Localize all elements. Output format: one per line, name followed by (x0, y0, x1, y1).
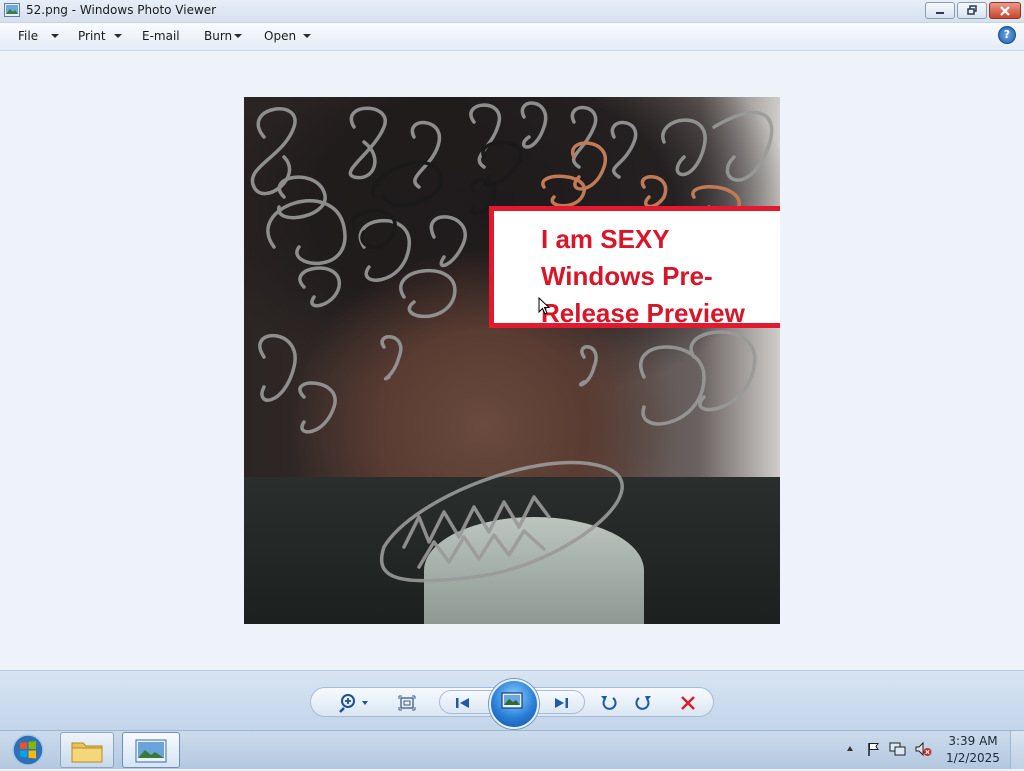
chevron-down-icon[interactable] (234, 34, 242, 38)
caption-text: I am SEXY Windows Pre- Release Preview (541, 224, 745, 328)
delete-icon[interactable] (677, 692, 699, 714)
chevron-down-icon[interactable] (303, 34, 311, 38)
start-button[interactable] (3, 732, 49, 768)
menu-email[interactable]: E-mail (142, 29, 180, 43)
minimize-button[interactable] (925, 2, 955, 19)
rotate-clockwise-icon[interactable] (632, 692, 654, 714)
control-bar (0, 670, 1024, 731)
rotate-counterclockwise-icon[interactable] (598, 692, 620, 714)
next-icon[interactable] (550, 692, 572, 714)
taskbar-explorer-button[interactable] (60, 732, 114, 768)
network-icon[interactable] (889, 741, 907, 757)
displayed-photo: I am SEXY Windows Pre- Release Preview (244, 97, 780, 624)
chevron-down-icon[interactable] (362, 701, 368, 705)
help-icon[interactable]: ? (998, 26, 1016, 44)
menu-print[interactable]: Print (78, 29, 106, 43)
show-hidden-icons-icon[interactable] (847, 746, 853, 751)
clock-date[interactable]: 1/2/2025 (943, 751, 1003, 765)
folder-icon (71, 742, 103, 763)
caption-box: I am SEXY Windows Pre- Release Preview (489, 206, 780, 328)
chevron-down-icon[interactable] (51, 34, 59, 38)
chevron-down-icon[interactable] (114, 34, 122, 38)
photo-viewer-app-icon (4, 3, 20, 17)
title-bar: 52.png - Windows Photo Viewer (0, 0, 1024, 23)
actual-size-icon[interactable] (396, 692, 418, 714)
photo-viewer-icon (135, 739, 167, 763)
menu-file[interactable]: File (18, 29, 38, 43)
taskbar: 3:39 AM 1/2/2025 (0, 730, 1024, 769)
close-button[interactable] (989, 2, 1021, 19)
clock-time[interactable]: 3:39 AM (943, 734, 1003, 748)
action-center-flag-icon[interactable] (866, 741, 882, 757)
menu-open[interactable]: Open (264, 29, 296, 43)
scribble-drawing (250, 101, 774, 583)
menu-burn[interactable]: Burn (204, 29, 232, 43)
previous-icon[interactable] (452, 692, 474, 714)
restore-button[interactable] (957, 2, 987, 19)
mouse-cursor-icon (538, 297, 550, 315)
slideshow-button[interactable] (489, 679, 539, 729)
window-title: 52.png - Windows Photo Viewer (26, 3, 217, 17)
taskbar-photo-viewer-button[interactable] (122, 732, 180, 768)
slideshow-icon[interactable] (491, 681, 533, 723)
volume-muted-icon[interactable] (914, 741, 932, 757)
zoom-icon[interactable] (338, 692, 360, 714)
show-desktop-button[interactable] (1010, 731, 1024, 769)
menu-bar: File Print E-mail Burn Open (0, 23, 1024, 51)
